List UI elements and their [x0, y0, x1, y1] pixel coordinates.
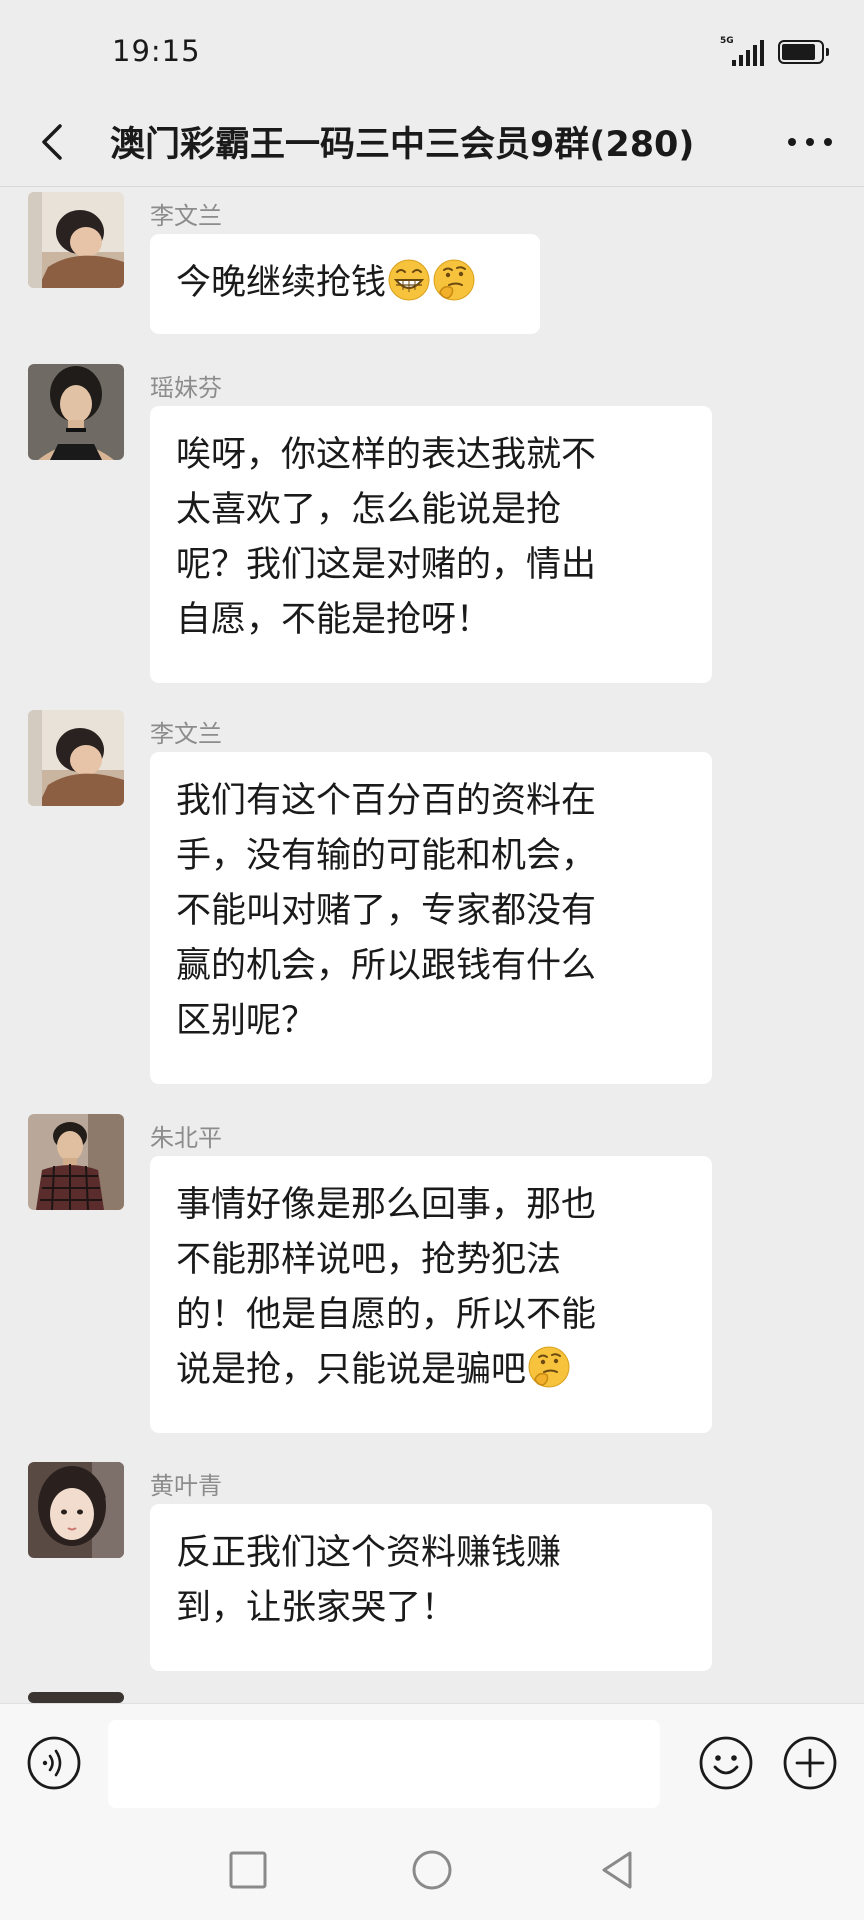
woman-choker-avatar-image [28, 364, 124, 460]
message-text: 呢？我们这是对赌的，情出 [176, 545, 597, 585]
message-text: 事情好像是那么回事，那也 [176, 1185, 597, 1225]
message-text: 自愿，不能是抢呀！ [176, 600, 492, 640]
message-bubble[interactable]: 我们有这个百分百的资料在 手，没有输的可能和机会， 不能叫对赌了，专家都没有 赢… [150, 752, 712, 1084]
chevron-left-icon [42, 124, 62, 160]
thinking-face-icon [527, 1345, 571, 1389]
man-plaid-shirt-avatar-image [28, 1114, 124, 1210]
square-icon [229, 1851, 267, 1889]
message-input[interactable] [108, 1720, 660, 1808]
battery-icon [778, 40, 829, 64]
battery-fill [782, 44, 815, 60]
message-text: 唉呀，你这样的表达我就不 [176, 435, 597, 475]
message-text: 手，没有输的可能和机会， [176, 836, 597, 876]
message-text: 不能那样说吧，抢势犯法 [176, 1240, 562, 1280]
voice-button[interactable] [26, 1735, 82, 1791]
recent-apps-button[interactable] [226, 1848, 270, 1892]
title-bar: 澳门彩霸王一码三中三会员9群(280) [0, 100, 864, 186]
message-list[interactable]: 李文兰 今晚继续抢钱 瑶妹芬 唉呀，你这样的表达我就不 太喜欢了，怎么能说是抢 … [0, 187, 864, 1703]
sender-name: 李文兰 [150, 202, 222, 230]
message-text: 反正我们这个资料赚钱赚 [176, 1533, 562, 1573]
grinning-face-icon [387, 258, 431, 302]
chat-title: 澳门彩霸王一码三中三会员9群(280) [110, 125, 695, 165]
status-icons: 5G [720, 36, 829, 68]
sender-name: 黄叶青 [150, 1472, 222, 1500]
plus-button[interactable] [782, 1735, 838, 1791]
thinking-face-icon [432, 258, 476, 302]
woman-lying-avatar-image [28, 192, 124, 288]
smiley-icon [699, 1736, 753, 1790]
sender-name: 瑶妹芬 [150, 374, 222, 402]
avatar[interactable] [28, 710, 124, 806]
message-line: 今晚继续抢钱 [176, 256, 514, 311]
chat-screen: 19:15 5G 澳门彩霸王一码三中三会员9群(280) 李文兰 今晚继续抢钱 … [0, 0, 864, 1920]
message-text: 今晚继续抢钱 [176, 263, 387, 303]
message-text: 说是抢，只能说是骗吧 [176, 1350, 527, 1390]
woman-lying-avatar-image [28, 710, 124, 806]
home-button[interactable] [410, 1848, 454, 1892]
avatar[interactable] [28, 1462, 124, 1558]
avatar[interactable] [28, 192, 124, 288]
message-bubble[interactable]: 今晚继续抢钱 [150, 234, 540, 334]
status-time: 19:15 [112, 34, 201, 68]
message-text: 太喜欢了，怎么能说是抢 [176, 490, 562, 530]
triangle-back-icon [602, 1851, 632, 1889]
sender-name: 李文兰 [150, 720, 222, 748]
status-bar: 19:15 5G [0, 0, 864, 100]
ellipsis-icon [788, 138, 832, 146]
system-back-button[interactable] [596, 1848, 640, 1892]
message-text: 区别呢？ [176, 1001, 317, 1041]
message-text: 不能叫对赌了，专家都没有 [176, 891, 597, 931]
girl-selfie-avatar-image [28, 1462, 124, 1558]
avatar[interactable] [28, 1692, 124, 1703]
avatar[interactable] [28, 364, 124, 460]
sender-name: 朱北平 [150, 1124, 222, 1152]
voice-icon [27, 1736, 81, 1790]
message-text: 到，让张家哭了！ [176, 1588, 457, 1628]
message-bubble[interactable]: 反正我们这个资料赚钱赚 到，让张家哭了！ [150, 1504, 712, 1671]
message-bubble[interactable]: 唉呀，你这样的表达我就不 太喜欢了，怎么能说是抢 呢？我们这是对赌的，情出 自愿… [150, 406, 712, 683]
message-line: 说是抢，只能说是骗吧 [176, 1343, 686, 1398]
emoji-button[interactable] [698, 1735, 754, 1791]
message-bubble[interactable]: 事情好像是那么回事，那也 不能那样说吧，抢势犯法 的！他是自愿的，所以不能 说是… [150, 1156, 712, 1433]
signal-icon: 5G [720, 36, 764, 66]
system-nav-bar [0, 1820, 864, 1920]
back-button[interactable] [26, 114, 82, 170]
message-text: 赢的机会，所以跟钱有什么 [176, 946, 597, 986]
plus-icon [783, 1736, 837, 1790]
message-text: 的！他是自愿的，所以不能 [176, 1295, 597, 1335]
more-button[interactable] [780, 114, 840, 170]
avatar-image-partial [28, 1692, 124, 1703]
circle-icon [412, 1850, 452, 1890]
avatar[interactable] [28, 1114, 124, 1210]
input-bar [0, 1703, 864, 1820]
message-text: 我们有这个百分百的资料在 [176, 781, 597, 821]
